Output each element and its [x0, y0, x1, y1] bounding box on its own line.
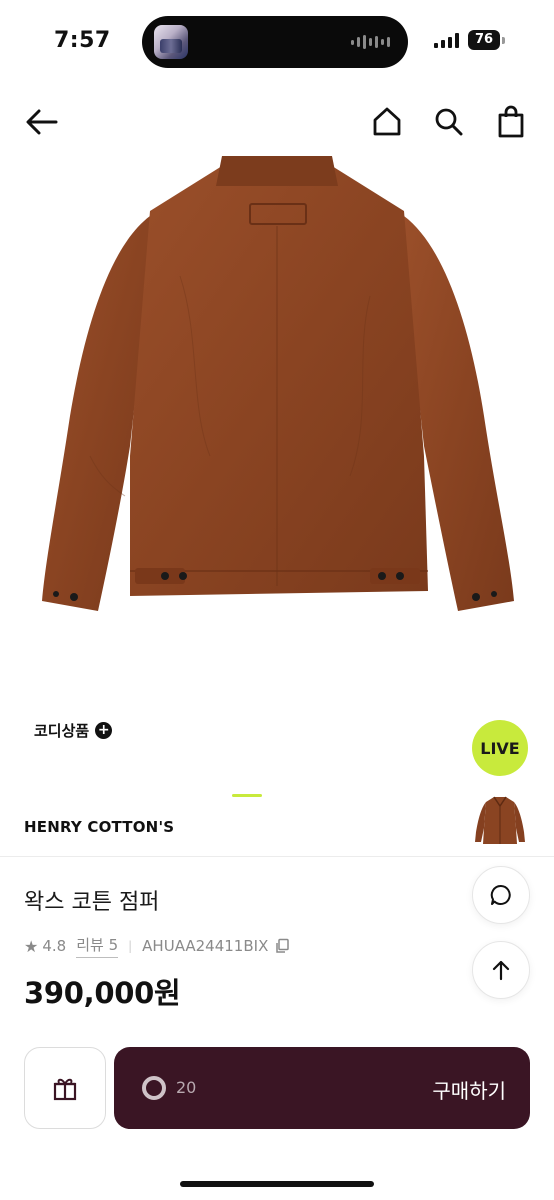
signal-icon	[434, 33, 459, 48]
buy-count: 20	[176, 1078, 197, 1097]
plus-circle-icon: +	[95, 722, 113, 739]
gift-icon	[53, 1078, 77, 1101]
product-meta: ★ 4.8 리뷰 5 | AHUAA24411BIX	[24, 934, 290, 958]
now-playing-thumbnail	[154, 25, 188, 59]
review-link[interactable]: 리뷰 5	[76, 934, 119, 958]
product-title: 왁스 코튼 점퍼	[24, 890, 160, 915]
top-nav	[0, 96, 554, 148]
home-button[interactable]	[367, 102, 407, 142]
buy-button[interactable]: 20 구매하기	[114, 1047, 530, 1129]
status-bar: 7:57 76	[0, 0, 554, 80]
codi-products-link[interactable]: 코디상품 +	[34, 720, 113, 741]
status-time: 7:57	[54, 28, 111, 53]
jacket-image	[42, 156, 514, 611]
product-sku: AHUAA24411BIX	[142, 937, 269, 955]
home-indicator[interactable]	[180, 1181, 374, 1187]
shopping-bag-icon	[498, 105, 524, 138]
meta-separator: |	[128, 939, 133, 953]
back-arrow-icon	[26, 109, 58, 135]
loading-ring-icon	[142, 1076, 166, 1100]
gift-button[interactable]	[24, 1047, 106, 1129]
brand-name[interactable]: HENRY COTTON'S	[24, 818, 174, 836]
product-thumbnail[interactable]	[470, 794, 530, 850]
buy-label: 구매하기	[432, 1079, 506, 1103]
jacket-thumbnail-image	[475, 796, 525, 844]
arrow-up-icon	[492, 960, 510, 981]
search-icon	[435, 108, 463, 136]
chat-bubble-icon	[490, 884, 511, 905]
home-icon	[373, 107, 401, 136]
audio-wave-icon	[351, 35, 390, 49]
image-pager-indicator	[232, 794, 262, 797]
divider	[0, 856, 554, 857]
star-icon: ★	[24, 936, 39, 956]
copy-icon	[276, 938, 290, 953]
battery-indicator: 76	[468, 30, 505, 50]
product-image[interactable]	[0, 156, 554, 676]
copy-sku-button[interactable]	[274, 938, 290, 954]
live-button[interactable]: LIVE	[472, 720, 528, 776]
cart-button[interactable]	[491, 102, 531, 142]
product-price: 390,000원	[24, 976, 181, 1010]
back-button[interactable]	[22, 102, 62, 142]
chat-button[interactable]	[472, 866, 530, 924]
rating-value: 4.8	[42, 937, 67, 955]
codi-label: 코디상품	[34, 722, 90, 740]
scroll-top-button[interactable]	[472, 941, 530, 999]
search-button[interactable]	[429, 102, 469, 142]
dynamic-island[interactable]	[142, 16, 408, 68]
